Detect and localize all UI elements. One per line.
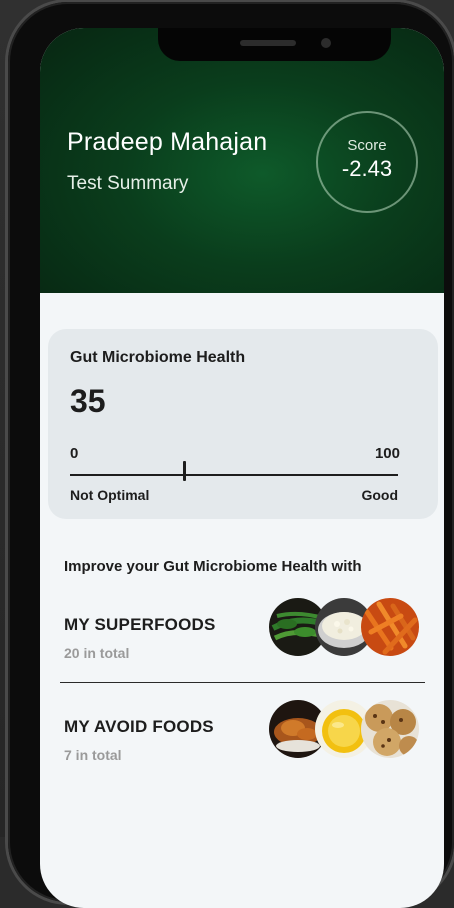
- gut-health-title: Gut Microbiome Health: [70, 349, 246, 366]
- improve-heading: Improve your Gut Microbiome Health with: [64, 558, 362, 575]
- avoid-foods-count: 7 in total: [64, 747, 122, 763]
- avoid-foods-images: [269, 700, 419, 758]
- gut-health-value: 35: [70, 383, 106, 419]
- page-subtitle: Test Summary: [67, 173, 189, 194]
- section-divider: [60, 682, 425, 683]
- superfoods-count: 20 in total: [64, 645, 130, 661]
- carrot-sticks-icon: [361, 598, 419, 656]
- gut-health-scale: [70, 474, 398, 476]
- phone-frame: Pradeep Mahajan Test Summary Score -2.43…: [8, 2, 454, 908]
- gut-health-marker: [183, 461, 187, 481]
- app-screen: Pradeep Mahajan Test Summary Score -2.43…: [40, 28, 444, 908]
- range-min-label: 0: [70, 445, 79, 462]
- superfoods-title: MY SUPERFOODS: [64, 615, 216, 634]
- score-label: Score: [347, 137, 387, 154]
- scale-high-label: Good: [361, 487, 398, 503]
- camera-icon: [321, 38, 331, 48]
- speaker-icon: [240, 40, 296, 46]
- user-name: Pradeep Mahajan: [67, 128, 268, 156]
- avoid-foods-row[interactable]: MY AVOID FOODS 7 in total: [64, 700, 419, 774]
- gut-health-card[interactable]: Gut Microbiome Health 35 0 100 Not Optim…: [48, 329, 438, 519]
- superfoods-images: [269, 598, 419, 656]
- cookies-icon: [361, 700, 419, 758]
- superfoods-row[interactable]: MY SUPERFOODS 20 in total: [64, 598, 419, 672]
- range-max-label: 100: [374, 445, 400, 462]
- scale-low-label: Not Optimal: [70, 487, 150, 503]
- score-value: -2.43: [341, 156, 393, 181]
- avoid-foods-title: MY AVOID FOODS: [64, 717, 214, 736]
- score-badge[interactable]: Score -2.43: [316, 111, 418, 213]
- summary-header: Pradeep Mahajan Test Summary Score -2.43: [40, 28, 444, 293]
- phone-notch: [158, 28, 391, 61]
